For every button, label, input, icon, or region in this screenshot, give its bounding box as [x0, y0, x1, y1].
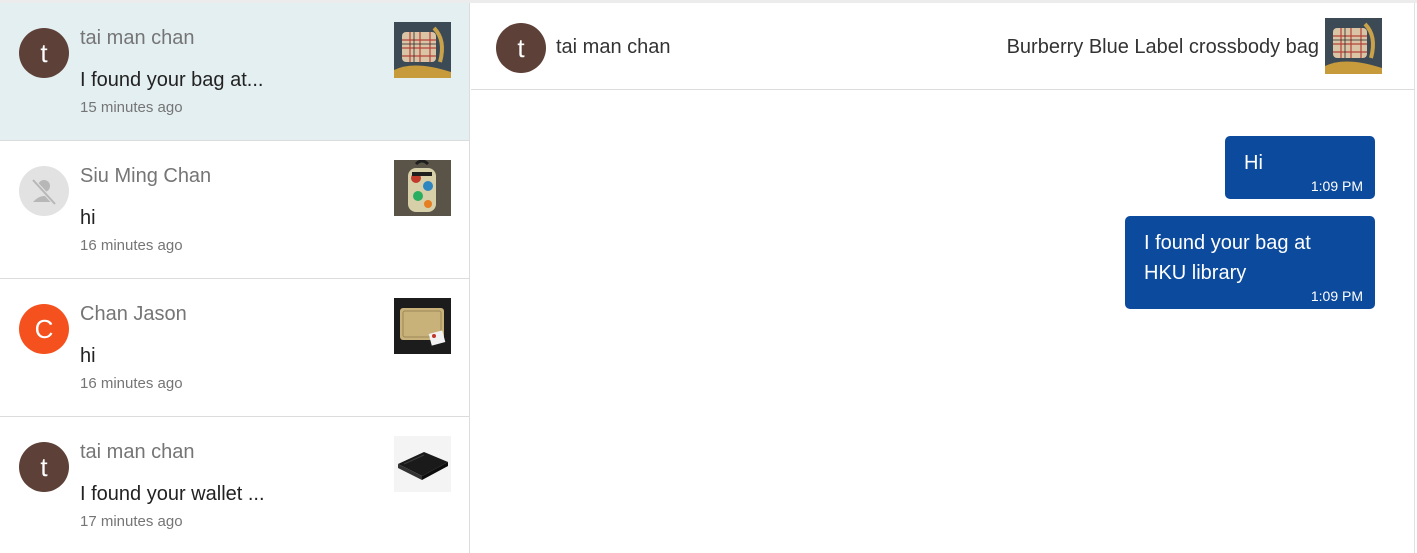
message-bubble: I found your bag at HKU library 1:09 PM: [1125, 216, 1375, 309]
chat-header: t tai man chan Burberry Blue Label cross…: [471, 3, 1414, 90]
conversation-preview: I found your wallet ...: [80, 483, 265, 505]
conversation-name: Siu Ming Chan: [80, 165, 212, 187]
conversation-item[interactable]: t tai man chan I found your bag at... 15…: [0, 3, 469, 141]
chat-item-title[interactable]: Burberry Blue Label crossbody bag: [1007, 36, 1319, 59]
avatar-initial: t: [40, 37, 48, 68]
chat-panel: t tai man chan Burberry Blue Label cross…: [471, 3, 1415, 553]
burberry-bag-thumbnail: [394, 22, 451, 78]
black-wallet-thumbnail: [394, 436, 451, 492]
messaging-app: t tai man chan I found your bag at... 15…: [0, 0, 1417, 553]
message-time: 1:09 PM: [1310, 288, 1363, 304]
avatar: t: [19, 442, 69, 492]
no-avatar-icon: [31, 178, 57, 206]
floral-backpack-thumbnail: [394, 160, 451, 216]
conversation-list: t tai man chan I found your bag at... 15…: [0, 3, 470, 553]
conversation-preview: I found your bag at...: [80, 69, 264, 91]
conversation-preview: hi: [80, 345, 96, 367]
conversation-name: tai man chan: [80, 441, 195, 463]
message-time: 1:09 PM: [1310, 178, 1363, 194]
conversation-name: Chan Jason: [80, 303, 187, 325]
card-wallet-thumbnail: [394, 298, 451, 354]
avatar-initial: t: [40, 451, 48, 482]
conversation-time: 17 minutes ago: [80, 513, 183, 530]
conversation-time: 16 minutes ago: [80, 375, 183, 392]
avatar: C: [19, 304, 69, 354]
message-text: Hi: [1244, 152, 1263, 174]
conversation-item[interactable]: t tai man chan I found your wallet ... 1…: [0, 417, 469, 553]
avatar: [19, 166, 69, 216]
conversation-name: tai man chan: [80, 27, 195, 49]
avatar: t: [496, 23, 546, 73]
conversation-time: 15 minutes ago: [80, 99, 183, 116]
message-text: I found your bag at HKU library: [1144, 232, 1311, 284]
conversation-item[interactable]: C Chan Jason hi 16 minutes ago: [0, 279, 469, 417]
burberry-bag-thumbnail[interactable]: [1325, 18, 1382, 74]
conversation-item[interactable]: Siu Ming Chan hi 16 minutes ago: [0, 141, 469, 279]
message-bubble: Hi 1:09 PM: [1225, 136, 1375, 199]
conversation-preview: hi: [80, 207, 96, 229]
avatar-initial: t: [517, 32, 525, 63]
avatar-initial: C: [34, 313, 54, 344]
avatar: t: [19, 28, 69, 78]
chat-contact-name: tai man chan: [556, 36, 671, 58]
conversation-time: 16 minutes ago: [80, 237, 183, 254]
